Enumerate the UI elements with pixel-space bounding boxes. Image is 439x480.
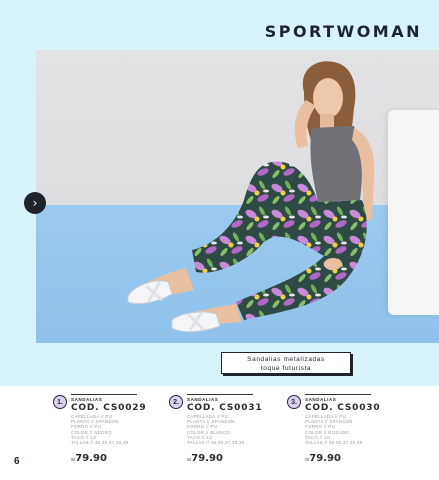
price-amount: 79.90 xyxy=(191,453,223,465)
product-price: S/79.90 xyxy=(305,451,397,465)
price-amount: 79.90 xyxy=(75,453,107,465)
product-spec: TALLAS // 35,36,37,38,39 xyxy=(187,440,245,446)
product-rule xyxy=(71,394,137,395)
product-rule xyxy=(187,394,253,395)
caption-line-1: Sandalias metalizadas xyxy=(247,356,325,363)
photo-caption: Sandalias metalizadas toque futurista xyxy=(221,352,351,374)
face-shape xyxy=(313,78,343,118)
product-code: COD. CS0031 xyxy=(187,403,263,413)
product-rule xyxy=(305,394,371,395)
section-title: SPORTWOMAN xyxy=(264,22,422,41)
product-spec: TALLAS // 35,36,37,38,39 xyxy=(71,440,129,446)
product-number-badge: 3. xyxy=(287,395,301,409)
product-code: COD. CS0029 xyxy=(71,403,147,413)
product-number-badge: 1. xyxy=(53,395,67,409)
product-spec: TALLAS // 35,36,37,38,39 xyxy=(305,440,363,446)
hero-photo xyxy=(36,50,439,343)
product-price: S/79.90 xyxy=(71,451,163,465)
product-number-badge: 2. xyxy=(169,395,183,409)
page-number: 6 xyxy=(14,456,20,467)
product-code: COD. CS0030 xyxy=(305,403,381,413)
model-illustration xyxy=(127,61,375,333)
chevron-right-icon: › xyxy=(32,196,38,210)
caption-line-2: toque futurista xyxy=(260,365,312,372)
product-price: S/79.90 xyxy=(187,451,279,465)
next-arrow-button[interactable]: › xyxy=(24,192,46,214)
price-amount: 79.90 xyxy=(309,453,341,465)
